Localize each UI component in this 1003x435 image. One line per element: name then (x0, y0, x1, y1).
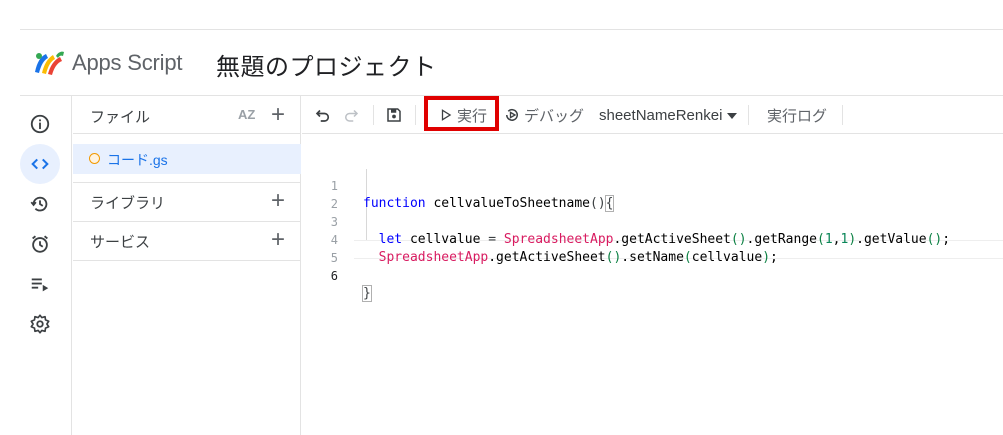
toolbar-separator (373, 105, 374, 125)
history-icon (30, 196, 48, 212)
file-status-dot-icon (89, 153, 100, 164)
add-service-button[interactable]: + (271, 228, 285, 252)
toolbar-separator (415, 105, 416, 125)
sections-divider (73, 260, 301, 261)
editor-area: 実行 デバッグ sheetNameRenkei 実行ログ 1 function … (302, 96, 1003, 435)
save-disk-icon (387, 108, 401, 122)
project-title[interactable]: 無題のプロジェクト (216, 47, 437, 82)
code-editor[interactable]: 1 function cellvalueToSheetname(){ 2 3 l… (302, 151, 1003, 302)
settings-gear-icon (30, 314, 50, 334)
rail-settings[interactable] (20, 304, 60, 344)
code-editor-icon (31, 158, 49, 170)
debug-label: デバッグ (524, 107, 585, 125)
save-button[interactable] (385, 96, 403, 134)
redo-button[interactable] (342, 96, 360, 134)
left-nav-rail (0, 96, 72, 435)
rail-editor[interactable] (20, 144, 60, 184)
debug-icon (506, 108, 518, 121)
chevron-down-icon[interactable] (727, 113, 737, 119)
app-name: Apps Script (72, 50, 183, 75)
redo-icon (345, 109, 359, 122)
code-line-4: 4 SpreadsheetApp.getActiveSheet().setNam… (302, 213, 1003, 265)
execution-log-button[interactable]: 実行ログ (767, 96, 827, 134)
alarm-trigger-icon (32, 235, 48, 253)
files-panel: ファイル AZ + コード.gs ライブラリ + サービス + (73, 96, 301, 435)
files-panel-header: ファイル AZ + (73, 96, 301, 134)
rail-overview[interactable] (20, 104, 60, 144)
close-brace: } (362, 285, 372, 302)
rail-triggers[interactable] (20, 224, 60, 264)
function-select[interactable]: sheetNameRenkei (599, 107, 722, 124)
editor-toolbar: 実行 デバッグ sheetNameRenkei 実行ログ (302, 96, 1003, 134)
rail-history[interactable] (20, 184, 60, 224)
app-header: Apps Script 無題のプロジェクト (0, 30, 1003, 95)
executions-icon (31, 278, 49, 292)
execution-log-label: 実行ログ (767, 107, 828, 125)
toolbar-separator (748, 105, 749, 125)
undo-button[interactable] (314, 96, 332, 134)
add-library-button[interactable]: + (271, 189, 285, 213)
section-services-label: サービス (90, 234, 151, 251)
debug-button[interactable]: デバッグ (503, 96, 584, 134)
code-line-3: 3 let cellvalue = SpreadsheetApp.getActi… (302, 195, 1003, 247)
sort-az-icon[interactable]: AZ (238, 107, 255, 122)
section-services: サービス + (73, 221, 301, 260)
apps-script-logo-icon[interactable] (32, 48, 66, 76)
info-icon (30, 114, 50, 134)
line-number: 6 (330, 269, 338, 283)
rail-executions[interactable] (20, 264, 60, 304)
section-libraries: ライブラリ + (73, 182, 301, 221)
add-file-button[interactable]: + (271, 103, 285, 127)
code-line-2: 2 (302, 177, 1003, 211)
code-line-1: 1 function cellvalueToSheetname(){ (302, 159, 1003, 212)
toolbar-separator (842, 105, 843, 125)
file-item-code-gs[interactable]: コード.gs (73, 144, 301, 174)
section-libraries-label: ライブラリ (90, 195, 166, 212)
code-line-6: 6 } (302, 249, 1003, 302)
file-name: コード.gs (107, 152, 168, 168)
files-header-label: ファイル (90, 109, 151, 126)
code-line-5: 5 (302, 231, 1003, 265)
undo-icon (315, 109, 330, 122)
run-button-highlight-box (424, 96, 499, 131)
